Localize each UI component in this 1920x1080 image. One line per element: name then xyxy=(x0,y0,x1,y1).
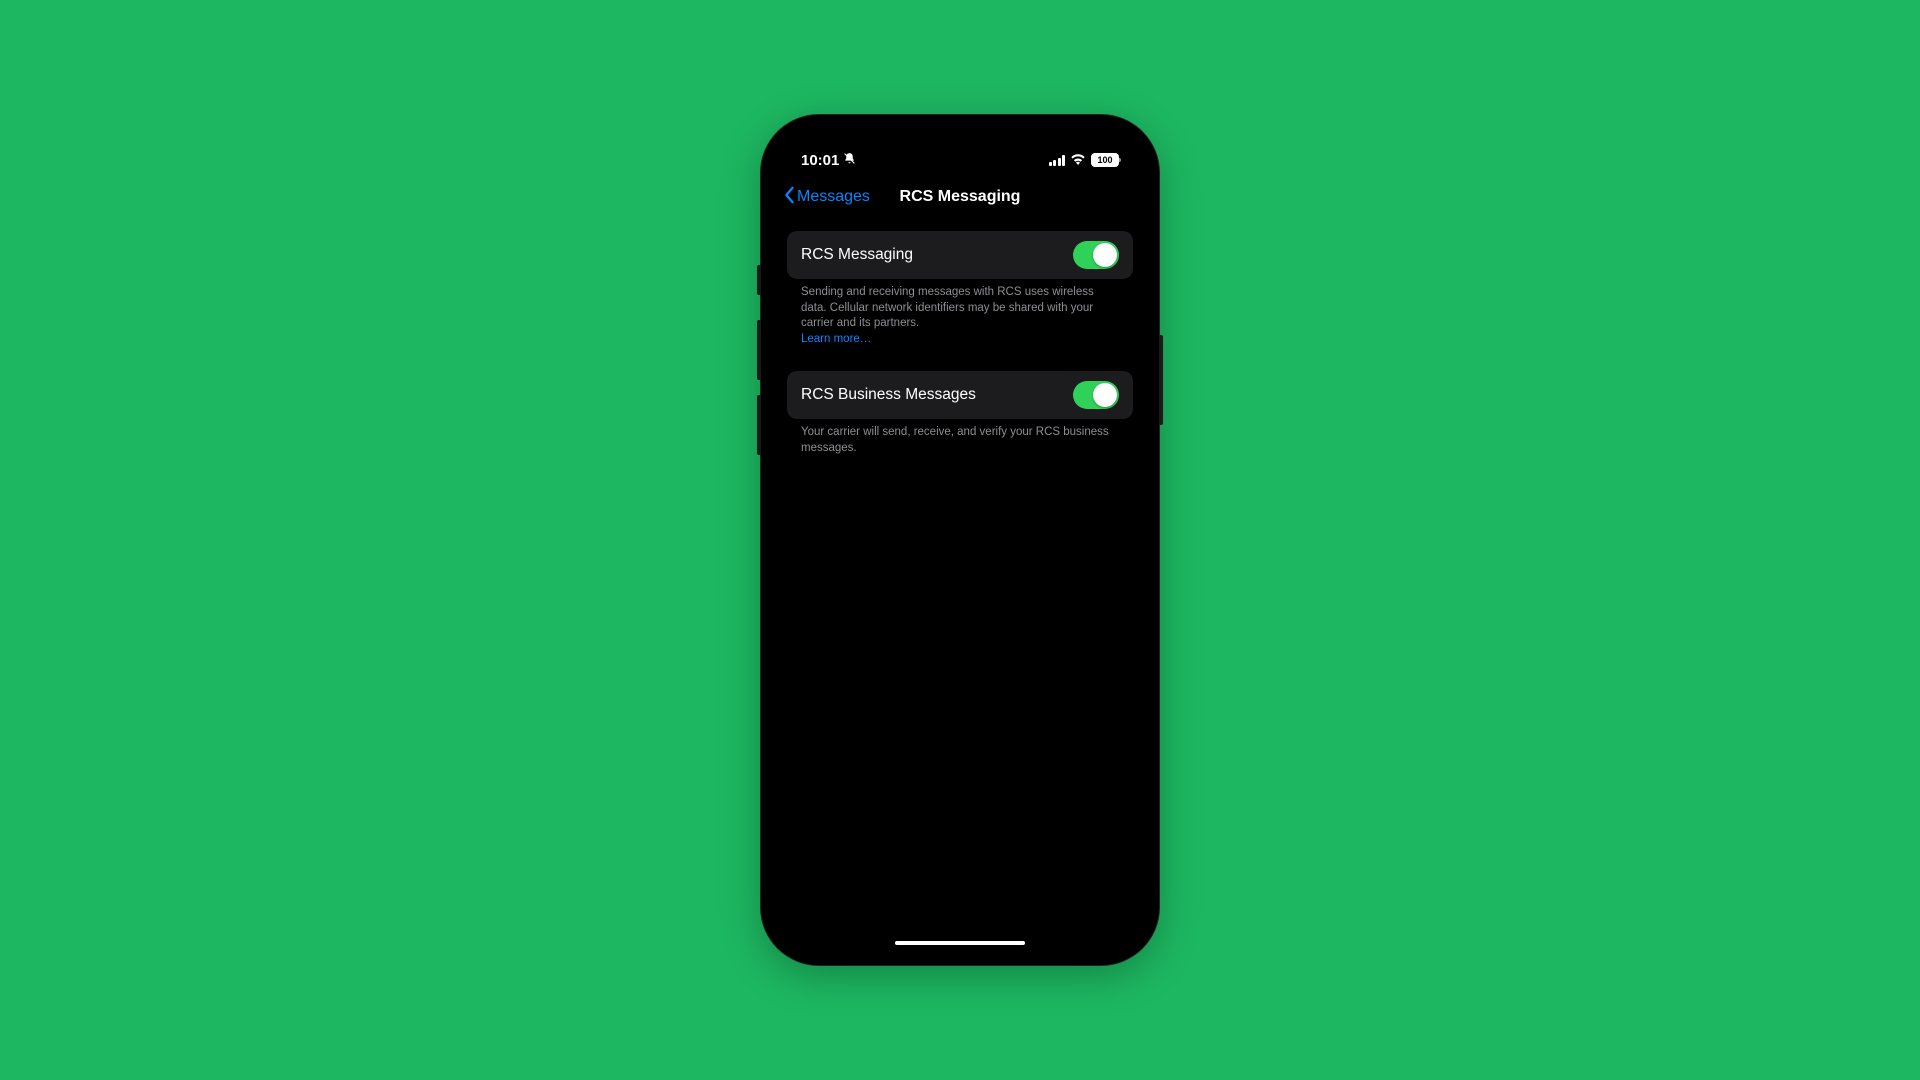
rcs-messaging-label: RCS Messaging xyxy=(801,246,913,264)
navigation-bar: Messages RCS Messaging xyxy=(773,177,1147,217)
rcs-messaging-toggle[interactable] xyxy=(1073,241,1119,269)
chevron-left-icon xyxy=(783,186,795,209)
toggle-knob xyxy=(1093,243,1117,267)
power-button xyxy=(1159,335,1163,425)
rcs-messaging-row: RCS Messaging xyxy=(787,231,1133,279)
dynamic-island xyxy=(902,139,1018,171)
toggle-knob xyxy=(1093,383,1117,407)
bell-slash-icon xyxy=(843,152,856,169)
status-right: 100 xyxy=(1049,152,1120,169)
rcs-business-label: RCS Business Messages xyxy=(801,386,976,404)
back-button[interactable]: Messages xyxy=(783,186,870,209)
home-indicator[interactable] xyxy=(895,941,1025,945)
status-left: 10:01 xyxy=(801,152,856,169)
rcs-messaging-footer: Sending and receiving messages with RCS … xyxy=(787,279,1133,347)
rcs-business-row: RCS Business Messages xyxy=(787,371,1133,419)
rcs-business-toggle[interactable] xyxy=(1073,381,1119,409)
status-time: 10:01 xyxy=(801,152,839,169)
rcs-business-footer: Your carrier will send, receive, and ver… xyxy=(787,419,1133,456)
volume-down-button xyxy=(757,395,761,455)
silent-switch xyxy=(757,265,761,295)
wifi-icon xyxy=(1070,152,1086,169)
learn-more-link[interactable]: Learn more… xyxy=(801,333,871,345)
page-title: RCS Messaging xyxy=(900,188,1021,206)
phone-device-frame: 10:01 100 xyxy=(761,115,1159,965)
phone-screen: 10:01 100 xyxy=(773,127,1147,953)
volume-up-button xyxy=(757,320,761,380)
settings-content: RCS Messaging Sending and receiving mess… xyxy=(773,217,1147,456)
back-label: Messages xyxy=(797,188,870,206)
business-footer-text: Your carrier will send, receive, and ver… xyxy=(801,426,1109,454)
battery-level: 100 xyxy=(1097,155,1112,165)
battery-indicator: 100 xyxy=(1091,153,1119,167)
rcs-footer-text: Sending and receiving messages with RCS … xyxy=(801,286,1094,329)
cellular-signal-icon xyxy=(1049,155,1066,166)
